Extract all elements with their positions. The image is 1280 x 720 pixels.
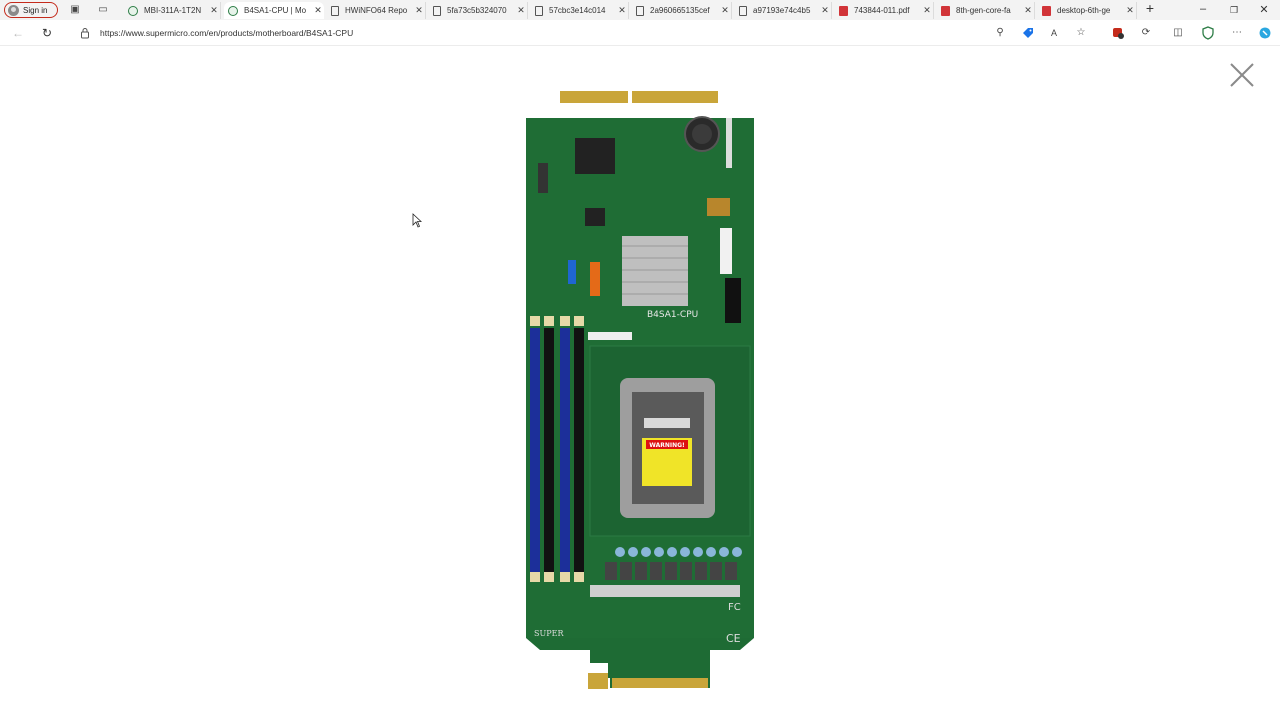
read-aloud-icon[interactable]: A <box>1047 26 1061 40</box>
browser-tab[interactable]: MBI-311A-1T2N ✕ <box>124 2 221 19</box>
more-menu-icon[interactable]: ⋯ <box>1230 26 1244 40</box>
close-tab-icon[interactable]: ✕ <box>413 5 425 16</box>
board-model-label: B4SA1-CPU <box>647 310 698 320</box>
zoom-icon[interactable]: ⚲ <box>993 26 1007 40</box>
tab-label: 8th-gen-core-fa <box>956 6 1011 15</box>
close-window-button[interactable]: ✕ <box>1256 3 1272 16</box>
address-toolbar: ← ↻ https://www.supermicro.com/en/produc… <box>0 20 1280 46</box>
tab-label: 743844-011.pdf <box>854 6 910 15</box>
motherboard-image: B4SA1-CPU WARNING! SUPER FC CE <box>526 91 754 689</box>
close-tab-icon[interactable]: ✕ <box>1124 5 1136 16</box>
browser-tab[interactable]: a97193e74c4b5 ✕ <box>735 2 832 19</box>
split-screen-icon[interactable]: ◫ <box>1171 26 1185 40</box>
tab-strip: Sign in ▣ ▭ MBI-311A-1T2N ✕ B4SA1-CPU | Mo… <box>0 0 1280 20</box>
fcc-mark: FC <box>728 602 741 613</box>
tab-label: desktop-6th-ge <box>1057 6 1111 15</box>
browser-tab[interactable]: 57cbc3e14c014 ✕ <box>531 2 629 19</box>
restore-button[interactable]: ❐ <box>1226 5 1242 16</box>
address-bar[interactable]: https://www.supermicro.com/en/products/m… <box>100 28 353 38</box>
tab-label: B4SA1-CPU | Mo <box>244 6 307 15</box>
document-icon <box>535 5 543 16</box>
brand-logo: SUPER <box>534 629 564 638</box>
pdf-icon <box>839 5 848 16</box>
minimize-button[interactable]: – <box>1195 3 1211 15</box>
pdf-icon <box>941 5 950 16</box>
browser-tab[interactable]: 743844-011.pdf ✕ <box>835 2 934 19</box>
tab-label: 57cbc3e14c014 <box>549 6 606 15</box>
site-favicon-icon <box>128 5 138 16</box>
browser-tab[interactable]: 5fa73c5b324070 ✕ <box>429 2 528 19</box>
browser-tab[interactable]: HWiNFO64 Repo ✕ <box>327 2 426 19</box>
warning-label: WARNING! <box>649 442 685 449</box>
close-tab-icon[interactable]: ✕ <box>208 5 220 16</box>
sign-in-label: Sign in <box>23 5 48 15</box>
tab-label: 2a960665135cef <box>650 6 710 15</box>
profile-icon <box>8 4 19 16</box>
browser-essentials-icon[interactable] <box>1201 26 1215 40</box>
pdf-icon <box>1042 5 1051 16</box>
close-tab-icon[interactable]: ✕ <box>719 5 731 16</box>
lock-icon[interactable] <box>80 27 90 39</box>
back-button[interactable]: ← <box>11 26 25 40</box>
close-tab-icon[interactable]: ✕ <box>1022 5 1034 16</box>
close-tab-icon[interactable]: ✕ <box>616 5 628 16</box>
browser-tab[interactable]: B4SA1-CPU | Mo ✕ <box>224 2 324 19</box>
browser-tab[interactable]: 8th-gen-core-fa ✕ <box>937 2 1035 19</box>
tab-label: HWiNFO64 Repo <box>345 6 408 15</box>
refresh-button[interactable]: ↻ <box>40 26 54 40</box>
ce-mark: CE <box>726 632 741 645</box>
tab-label: 5fa73c5b324070 <box>447 6 507 15</box>
shopping-tag-icon[interactable] <box>1021 26 1035 40</box>
document-icon <box>636 5 644 16</box>
browser-tab[interactable]: 2a960665135cef ✕ <box>632 2 732 19</box>
site-favicon-icon <box>228 5 238 16</box>
extension-icon[interactable] <box>1111 26 1125 40</box>
browser-tab[interactable]: desktop-6th-ge ✕ <box>1038 2 1137 19</box>
close-tab-icon[interactable]: ✕ <box>921 5 933 16</box>
tab-label: MBI-311A-1T2N <box>144 6 202 15</box>
sign-in-button[interactable]: Sign in <box>4 2 58 18</box>
document-icon <box>433 5 441 16</box>
mouse-cursor-icon <box>412 213 422 228</box>
close-tab-icon[interactable]: ✕ <box>312 5 324 16</box>
document-icon <box>739 5 747 16</box>
tab-label: a97193e74c4b5 <box>753 6 811 15</box>
copilot-icon[interactable] <box>1258 26 1272 40</box>
close-lightbox-button[interactable] <box>1228 61 1256 89</box>
workspaces-icon[interactable]: ▣ <box>69 4 81 16</box>
extensions-icon[interactable]: ⟳ <box>1139 26 1153 40</box>
tab-actions-icon[interactable]: ▭ <box>97 4 109 16</box>
favorite-star-icon[interactable]: ☆ <box>1074 26 1088 40</box>
new-tab-button[interactable]: + <box>1142 0 1158 16</box>
document-icon <box>331 5 339 16</box>
close-tab-icon[interactable]: ✕ <box>819 5 831 16</box>
close-tab-icon[interactable]: ✕ <box>515 5 527 16</box>
